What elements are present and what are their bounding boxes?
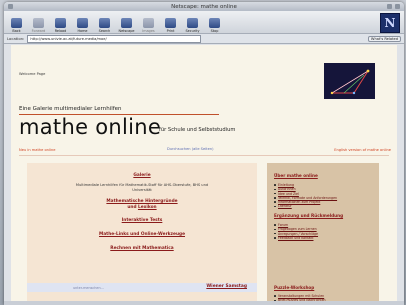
back-arrow-icon xyxy=(11,18,22,28)
footer-strip: unter-menschen... Wiener Samstag xyxy=(27,283,257,292)
english-version-link[interactable]: English version of mathe online xyxy=(334,148,391,152)
whats-related-button[interactable]: What's Related xyxy=(367,35,401,42)
hintergruende-lexikon-line: und Lexikon xyxy=(27,205,257,210)
back-button[interactable]: Back xyxy=(8,13,25,33)
security-button[interactable]: Security xyxy=(184,13,201,33)
reload-label: Reload xyxy=(54,29,67,33)
url-field[interactable]: http://www.univie.ac.at/future.media/moe… xyxy=(27,34,202,43)
browser-window: Netscape: mathe online Back Forward Relo… xyxy=(4,2,404,305)
page-tagline: für Schule und Selbststudium xyxy=(159,127,236,133)
ergaenzung-list: Forum Fragebogen zum Lernen Anregungen /… xyxy=(273,223,318,240)
desktop-background: Netscape: mathe online Back Forward Relo… xyxy=(0,0,406,305)
security-label: Security xyxy=(185,29,200,33)
forward-arrow-icon xyxy=(33,18,44,28)
home-icon xyxy=(77,18,88,28)
page-subtitle: Eine Galerie multimedialer Lernhilfen xyxy=(19,106,122,112)
location-label: Location: xyxy=(7,36,25,41)
galerie-desc-line2: Universität xyxy=(132,188,152,192)
galerie-link[interactable]: Galerie xyxy=(27,173,257,178)
mathematica-link[interactable]: Rechnen mit Mathematica xyxy=(27,246,257,251)
images-label: Images xyxy=(142,29,155,33)
stop-button[interactable]: Stop xyxy=(206,13,223,33)
info-sidebar: Über mathe online Einleitung Autorinnen … xyxy=(267,163,379,303)
printer-icon xyxy=(165,18,176,28)
netscape-label: Netscape xyxy=(118,29,135,33)
lexikon-link[interactable]: Lexikon xyxy=(138,205,157,210)
location-bar: Location: http://www.univie.ac.at/future… xyxy=(4,34,404,44)
status-bar xyxy=(4,301,404,305)
print-label: Print xyxy=(166,29,175,33)
footer-small-text: unter-menschen... xyxy=(73,286,104,290)
reload-button[interactable]: Reload xyxy=(52,13,69,33)
reload-icon xyxy=(55,18,66,28)
search-icon xyxy=(99,18,110,28)
geometry-banner-image xyxy=(324,63,375,99)
netscape-logo-icon[interactable]: N xyxy=(380,13,400,33)
wiener-samstag-link[interactable]: Wiener Samstag xyxy=(206,284,247,289)
close-box-icon[interactable] xyxy=(8,4,13,9)
section-divider xyxy=(19,155,389,156)
images-button[interactable]: Images xyxy=(140,13,157,33)
forward-button[interactable]: Forward xyxy=(30,13,47,33)
ueber-list: Einleitung Autorinnen Idee und Ziel Tech… xyxy=(273,183,337,209)
zoom-box-icon[interactable] xyxy=(387,4,392,9)
search-button[interactable]: Search xyxy=(96,13,113,33)
search-all-link[interactable]: Durchsuchen (alle Seiten) xyxy=(167,147,213,151)
stop-icon xyxy=(209,18,220,28)
new-in-link[interactable]: Neu in mathe online xyxy=(19,148,55,152)
window-title: Netscape: mathe online xyxy=(171,3,237,10)
interactive-tests-link[interactable]: Interaktive Tests xyxy=(27,218,257,223)
title-bar[interactable]: Netscape: mathe online xyxy=(4,2,404,11)
stop-label: Stop xyxy=(210,29,219,33)
search-label: Search xyxy=(98,29,111,33)
print-button[interactable]: Print xyxy=(162,13,179,33)
mathe-links-link[interactable]: Mathe-Links und Online-Werkzeuge xyxy=(27,232,257,237)
ueber-heading-link[interactable]: Über mathe online xyxy=(274,173,318,178)
welcome-text: Welcome Page xyxy=(19,72,46,76)
triangle-graphic-icon xyxy=(324,63,375,99)
page-title: mathe online xyxy=(19,115,162,139)
ergaenzung-heading-link[interactable]: Ergänzung und Rückmeldung xyxy=(274,213,343,218)
back-label: Back xyxy=(12,29,21,33)
collapse-box-icon[interactable] xyxy=(395,4,400,9)
lock-icon xyxy=(187,18,198,28)
puzzle-heading-link[interactable]: Puzzle-Workshop xyxy=(274,285,314,290)
forward-label: Forward xyxy=(31,29,46,33)
images-icon xyxy=(143,18,154,28)
ueber-item[interactable]: Literatur xyxy=(273,204,337,208)
page-content: Welcome Page Eine Galerie multimedialer … xyxy=(11,45,397,303)
und-text: und xyxy=(127,205,137,210)
ergaenzung-item[interactable]: Feedback und Kontakt xyxy=(273,236,318,240)
galerie-desc-line1: Multimediale Lernhilfen für Mathematik-S… xyxy=(75,183,209,187)
main-menu-box: Galerie Multimediale Lernhilfen für Math… xyxy=(27,163,257,303)
netscape-button[interactable]: Netscape xyxy=(118,13,135,33)
netscape-icon xyxy=(121,18,132,28)
home-label: Home xyxy=(77,29,88,33)
navigation-toolbar: Back Forward Reload Home Search Netscape… xyxy=(4,11,404,34)
hintergruende-link[interactable]: Mathematische Hintergründe xyxy=(27,199,257,204)
home-button[interactable]: Home xyxy=(74,13,91,33)
